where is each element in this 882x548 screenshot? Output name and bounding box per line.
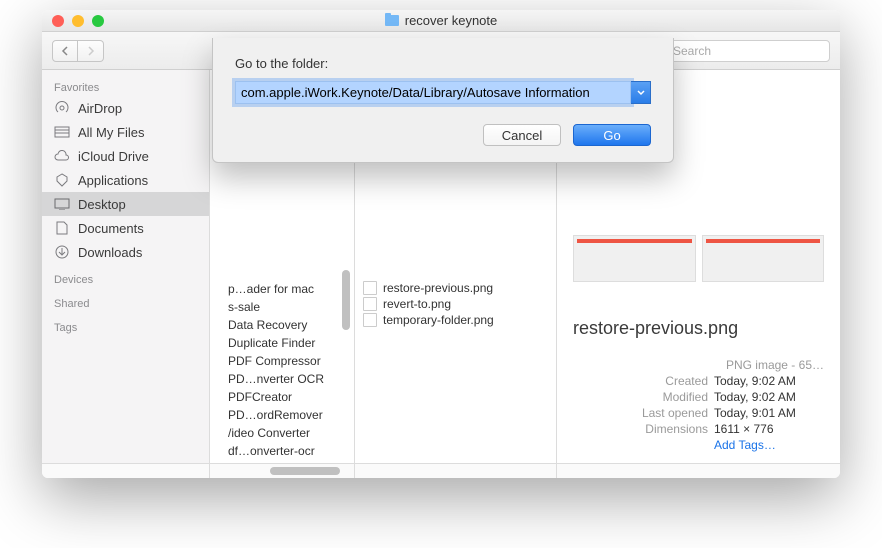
sidebar-item-label: Desktop [78, 197, 126, 212]
meta-subtitle: PNG image - 65… [573, 358, 824, 372]
sidebar-item-icloud[interactable]: iCloud Drive [42, 144, 209, 168]
sidebar-item-label: All My Files [78, 125, 144, 140]
nav-buttons [52, 40, 104, 62]
list-item[interactable]: PDF Compressor [228, 352, 354, 370]
list-item[interactable]: restore-previous.png [355, 280, 556, 296]
sidebar-header-shared: Shared [42, 294, 209, 312]
horizontal-scrollbar[interactable] [42, 463, 840, 478]
list-item[interactable]: PDFCreator [228, 388, 354, 406]
list-item[interactable]: s-sale [228, 298, 354, 316]
meta-opened-value: Today, 9:01 AM [714, 406, 824, 420]
add-tags-link[interactable]: Add Tags… [714, 438, 824, 452]
zoom-icon[interactable] [92, 15, 104, 27]
sidebar-item-label: iCloud Drive [78, 149, 149, 164]
search-input[interactable]: Search [650, 40, 830, 62]
applications-icon [54, 172, 70, 188]
titlebar: recover keynote [42, 10, 840, 32]
list-item[interactable]: PD…ordRemover [228, 406, 354, 424]
list-item[interactable]: /ideo Converter [228, 424, 354, 442]
list-item[interactable]: temporary-folder.png [355, 312, 556, 328]
sidebar-item-label: Applications [78, 173, 148, 188]
list-item[interactable]: revert-to.png [355, 296, 556, 312]
sidebar-item-desktop[interactable]: Desktop [42, 192, 209, 216]
go-button[interactable]: Go [573, 124, 651, 146]
documents-icon [54, 220, 70, 236]
cloud-icon [54, 148, 70, 164]
sidebar-item-downloads[interactable]: Downloads [42, 240, 209, 264]
sidebar-header-devices: Devices [42, 270, 209, 288]
scrollbar-thumb[interactable] [342, 270, 350, 330]
sidebar-item-allfiles[interactable]: All My Files [42, 120, 209, 144]
file-icon [363, 281, 377, 295]
file-label: revert-to.png [383, 297, 451, 311]
meta-dimensions-value: 1611 × 776 [714, 422, 824, 436]
allfiles-icon [54, 124, 70, 140]
sidebar-item-label: Downloads [78, 245, 142, 260]
airdrop-icon [54, 100, 70, 116]
sidebar: Favorites AirDrop All My Files iCloud Dr… [42, 70, 210, 463]
file-label: temporary-folder.png [383, 313, 494, 327]
file-icon [363, 297, 377, 311]
list-item[interactable]: PD…nverter OCR [228, 370, 354, 388]
folder-path-input[interactable]: com.apple.iWork.Keynote/Data/Library/Aut… [235, 81, 631, 104]
finder-window: recover keynote [42, 10, 840, 478]
sidebar-item-airdrop[interactable]: AirDrop [42, 96, 209, 120]
preview-meta: PNG image - 65… Created Today, 9:02 AM M… [573, 357, 824, 453]
sheet-label: Go to the folder: [235, 56, 651, 71]
sidebar-header-tags: Tags [42, 318, 209, 336]
list-item[interactable]: Data Recovery [228, 316, 354, 334]
meta-created-value: Today, 9:02 AM [714, 374, 824, 388]
list-item[interactable]: p…ader for mac [228, 280, 354, 298]
close-icon[interactable] [52, 15, 64, 27]
downloads-icon [54, 244, 70, 260]
cancel-button[interactable]: Cancel [483, 124, 561, 146]
history-dropdown-button[interactable] [631, 81, 651, 104]
scrollbar-thumb[interactable] [270, 467, 340, 475]
window-title: recover keynote [42, 13, 840, 28]
file-icon [363, 313, 377, 327]
search-placeholder: Search [673, 44, 711, 58]
back-button[interactable] [52, 40, 78, 62]
preview-thumbnail [573, 235, 824, 282]
preview-filename: restore-previous.png [573, 318, 824, 339]
sidebar-item-applications[interactable]: Applications [42, 168, 209, 192]
meta-dimensions-label: Dimensions [618, 422, 708, 436]
sidebar-item-label: AirDrop [78, 101, 122, 116]
desktop-icon [54, 196, 70, 212]
title-text: recover keynote [405, 13, 498, 28]
file-label: restore-previous.png [383, 281, 493, 295]
meta-created-label: Created [618, 374, 708, 388]
sidebar-item-label: Documents [78, 221, 144, 236]
meta-modified-label: Modified [618, 390, 708, 404]
list-item[interactable]: df…onverter-ocr [228, 442, 354, 460]
meta-opened-label: Last opened [618, 406, 708, 420]
folder-icon [385, 15, 399, 26]
list-item[interactable]: Duplicate Finder [228, 334, 354, 352]
go-to-folder-sheet: Go to the folder: com.apple.iWork.Keynot… [212, 38, 674, 163]
list-item[interactable]: 4.52.09 PM.key [228, 460, 354, 463]
minimize-icon[interactable] [72, 15, 84, 27]
sidebar-item-documents[interactable]: Documents [42, 216, 209, 240]
sidebar-header-favorites: Favorites [42, 78, 209, 96]
forward-button[interactable] [78, 40, 104, 62]
window-controls [52, 15, 104, 27]
meta-modified-value: Today, 9:02 AM [714, 390, 824, 404]
